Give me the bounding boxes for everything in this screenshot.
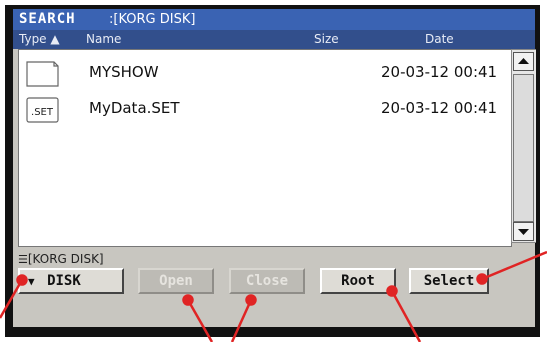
close-button[interactable]: Close [229, 268, 305, 294]
arrow-down-icon [518, 229, 529, 235]
set-file-icon: .SET [26, 97, 59, 123]
set-file-icon-label: .SET [31, 107, 54, 118]
column-size[interactable]: Size [314, 32, 339, 46]
device-select-label: DISK [47, 273, 81, 289]
dropdown-arrow-icon: ▼ [28, 275, 35, 288]
window-title: SEARCH [19, 11, 76, 27]
column-type-label: Type [19, 32, 47, 46]
arrow-up-icon [518, 58, 529, 64]
file-row[interactable]: MYSHOW 20-03-12 00:41 [19, 56, 511, 90]
folder-icon [26, 61, 59, 87]
file-row[interactable]: .SET MyData.SET 20-03-12 00:41 [19, 92, 511, 126]
root-button[interactable]: Root [320, 268, 396, 294]
select-button[interactable]: Select [409, 268, 489, 294]
current-path: ☰[KORG DISK] [18, 252, 104, 266]
column-header: Type ▲ Name Size Date [13, 30, 535, 49]
current-path-label: [KORG DISK] [27, 252, 104, 266]
window-device: :[KORG DISK] [109, 12, 196, 27]
file-date: 20-03-12 00:41 [381, 63, 498, 81]
file-name: MYSHOW [89, 63, 159, 81]
scrollbar[interactable] [511, 49, 536, 243]
scroll-up-button[interactable] [513, 52, 534, 71]
scroll-down-button[interactable] [513, 222, 534, 241]
column-type[interactable]: Type ▲ [19, 32, 60, 46]
open-button[interactable]: Open [138, 268, 214, 294]
column-name[interactable]: Name [86, 32, 121, 46]
scroll-track[interactable] [513, 74, 534, 222]
column-date[interactable]: Date [425, 32, 454, 46]
file-date: 20-03-12 00:41 [381, 99, 498, 117]
device-select-button[interactable]: ▼ DISK [18, 268, 124, 294]
sort-ascending-icon: ▲ [50, 32, 60, 46]
file-list[interactable]: MYSHOW 20-03-12 00:41 .SET MyData.SET 20… [18, 49, 512, 247]
menu-lines-icon: ☰ [18, 253, 28, 266]
title-bar: SEARCH :[KORG DISK] [13, 9, 535, 30]
file-name: MyData.SET [89, 99, 180, 117]
